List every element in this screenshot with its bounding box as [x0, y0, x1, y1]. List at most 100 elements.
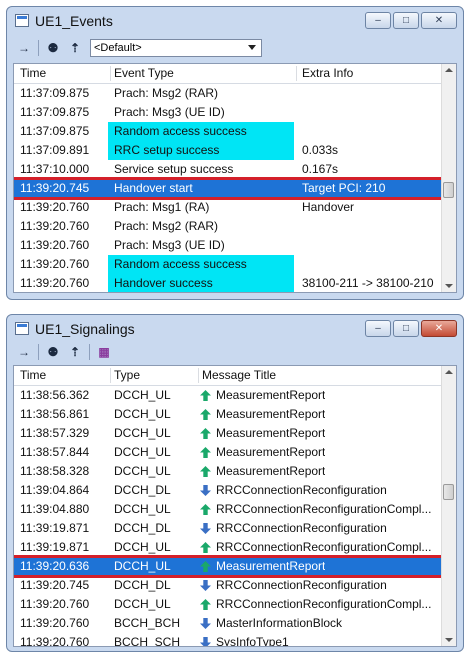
scroll-thumb[interactable] [443, 182, 454, 198]
table-row[interactable]: 11:39:19.871 DCCH_UL RRCConnectionReconfig… [14, 538, 442, 557]
scroll-down-icon[interactable] [445, 638, 453, 642]
find-icon[interactable]: ⚉ [42, 343, 64, 361]
app-icon [15, 322, 29, 335]
table-row[interactable]: 11:39:20.760 BCCH_SCH SysInfoType1 [14, 633, 442, 647]
table-row[interactable]: 11:39:20.760 BCCH_BCH MasterInformationBlo… [14, 614, 442, 633]
cell-time: 11:37:10.000 [20, 162, 90, 176]
table-row[interactable]: 11:38:56.861 DCCH_UL MeasurementReport [14, 405, 442, 424]
signalings-titlebar[interactable]: UE1_Signalings – □ ✕ [7, 315, 463, 343]
arrow-up-icon [200, 447, 211, 458]
minimize-icon[interactable]: – [365, 320, 391, 337]
cell-message-title: MeasurementReport [216, 407, 326, 421]
cell-type: DCCH_UL [114, 464, 171, 478]
table-row[interactable]: 11:39:04.880 DCCH_UL RRCConnectionReconfig… [14, 500, 442, 519]
cell-time: 11:39:20.760 [20, 597, 90, 611]
table-row[interactable]: 11:38:57.844 DCCH_UL MeasurementReport [14, 443, 442, 462]
cell-type: DCCH_UL [114, 559, 171, 573]
filter-value: <Default> [94, 42, 142, 54]
table-row[interactable]: 11:37:09.875 Prach: Msg3 (UE ID) [14, 103, 442, 122]
cell-message-title: RRCConnectionReconfiguration [216, 578, 387, 592]
column-divider[interactable] [110, 66, 111, 81]
table-row[interactable]: 11:39:19.871 DCCH_DL RRCConnectionReconfig… [14, 519, 442, 538]
cell-time: 11:37:09.875 [20, 86, 90, 100]
cell-event-type: Service setup success [114, 162, 234, 176]
column-header-extra-info[interactable]: Extra Info [302, 66, 353, 80]
cell-message-title: MeasurementReport [216, 464, 326, 478]
arrow-up-icon [200, 390, 211, 401]
table-row[interactable]: 11:38:56.362 DCCH_UL MeasurementReport [14, 386, 442, 405]
events-window-title: UE1_Events [35, 13, 113, 29]
events-toolbar: → ⚉ ⇡ <Default> [13, 37, 262, 59]
column-header-time[interactable]: Time [20, 66, 46, 80]
table-row[interactable]: 11:39:20.745 DCCH_DL RRCConnectionReconfig… [14, 576, 442, 595]
table-row[interactable]: 11:38:57.329 DCCH_UL MeasurementReport [14, 424, 442, 443]
cell-type: DCCH_DL [114, 521, 171, 535]
cell-time: 11:37:09.875 [20, 105, 90, 119]
arrow-up-icon [200, 409, 211, 420]
table-row[interactable]: 11:39:20.760 Prach: Msg1 (RA) Handover [14, 198, 442, 217]
signalings-scrollbar[interactable] [441, 366, 456, 646]
cell-time: 11:39:19.871 [20, 540, 90, 554]
selected-table-row[interactable]: 11:39:20.745 Handover start Target PCI: 21… [14, 177, 454, 200]
filter-dropdown[interactable]: <Default> [90, 39, 262, 57]
pin-icon[interactable]: → [13, 39, 35, 57]
cell-message-title: SysInfoType1 [216, 635, 289, 647]
cell-type: BCCH_SCH [114, 635, 181, 647]
arrow-up-icon [200, 466, 211, 477]
column-header-time[interactable]: Time [20, 368, 46, 382]
cell-time: 11:39:04.864 [20, 483, 90, 497]
column-header-event-type[interactable]: Event Type [114, 66, 174, 80]
cell-type: DCCH_DL [114, 578, 171, 592]
table-row[interactable]: 11:39:20.760 DCCH_UL RRCConnectionReconfig… [14, 595, 442, 614]
app-icon [15, 14, 29, 27]
cell-event-type: Random access success [114, 124, 247, 138]
table-row[interactable]: 11:39:20.760 Prach: Msg3 (UE ID) [14, 236, 442, 255]
chevron-down-icon[interactable] [248, 45, 256, 50]
cell-message-title: RRCConnectionReconfigurationCompl... [216, 540, 432, 554]
table-row[interactable]: 11:37:09.875 Prach: Msg2 (RAR) [14, 84, 442, 103]
table-row[interactable]: 11:39:20.760 Handover success 38100-211 ->… [14, 274, 442, 292]
color-legend-icon[interactable]: ▦ [93, 343, 115, 361]
cell-message-title: RRCConnectionReconfigurationCompl... [216, 597, 432, 611]
find-next-icon[interactable]: ⇡ [64, 343, 86, 361]
maximize-icon[interactable]: □ [393, 12, 419, 29]
cell-time: 11:39:20.760 [20, 200, 90, 214]
column-divider[interactable] [198, 368, 199, 383]
column-divider[interactable] [296, 66, 297, 81]
find-icon[interactable]: ⚉ [42, 39, 64, 57]
table-row[interactable]: 11:39:20.760 Random access success [14, 255, 442, 274]
cell-message-title: MeasurementReport [216, 445, 326, 459]
find-next-icon[interactable]: ⇡ [64, 39, 86, 57]
pin-icon[interactable]: → [13, 343, 35, 361]
cell-time: 11:38:57.329 [20, 426, 90, 440]
close-icon[interactable]: ✕ [421, 320, 457, 337]
cell-time: 11:38:56.362 [20, 388, 90, 402]
scroll-down-icon[interactable] [445, 284, 453, 288]
toolbar-separator [89, 344, 90, 360]
maximize-icon[interactable]: □ [393, 320, 419, 337]
cell-time: 11:39:20.760 [20, 238, 90, 252]
arrow-down-icon [200, 523, 211, 534]
selected-table-row[interactable]: 11:39:20.636 DCCH_UL MeasurementReport [14, 555, 454, 578]
column-header-type[interactable]: Type [114, 368, 140, 382]
events-window: UE1_Events – □ ✕ → ⚉ ⇡ <Default> Time Ev… [6, 6, 464, 300]
cell-message-title: MeasurementReport [216, 426, 326, 440]
table-row[interactable]: 11:38:58.328 DCCH_UL MeasurementReport [14, 462, 442, 481]
column-divider[interactable] [110, 368, 111, 383]
scroll-thumb[interactable] [443, 484, 454, 500]
table-row[interactable]: 11:37:10.000 Service setup success 0.167s [14, 160, 442, 179]
cell-extra-info: Target PCI: 210 [302, 181, 386, 195]
table-row[interactable]: 11:37:09.891 RRC setup success 0.033s [14, 141, 442, 160]
signalings-window-title: UE1_Signalings [35, 321, 135, 337]
minimize-icon[interactable]: – [365, 12, 391, 29]
table-row[interactable]: 11:39:20.760 Prach: Msg2 (RAR) [14, 217, 442, 236]
scroll-up-icon[interactable] [445, 370, 453, 374]
signalings-rows: 11:38:56.362 DCCH_UL MeasurementReport 11:3… [14, 386, 454, 647]
table-row[interactable]: 11:39:04.864 DCCH_DL RRCConnectionReconfig… [14, 481, 442, 500]
scroll-up-icon[interactable] [445, 68, 453, 72]
close-icon[interactable]: ✕ [421, 12, 457, 29]
events-titlebar[interactable]: UE1_Events – □ ✕ [7, 7, 463, 35]
table-row[interactable]: 11:37:09.875 Random access success [14, 122, 442, 141]
events-scrollbar[interactable] [441, 64, 456, 292]
column-header-message-title[interactable]: Message Title [202, 368, 276, 382]
